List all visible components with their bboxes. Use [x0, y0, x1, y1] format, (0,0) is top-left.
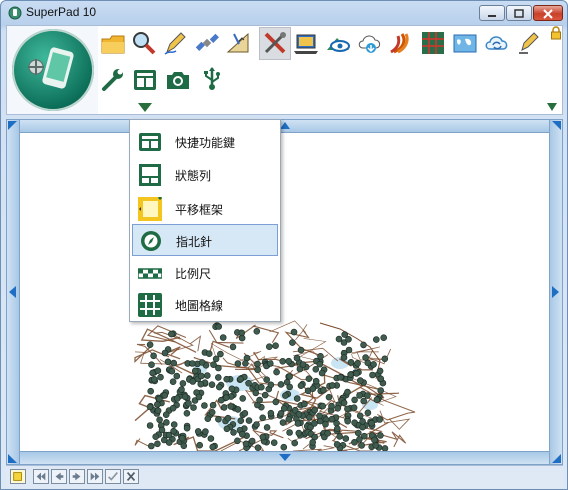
title-bar: SuperPad 10	[1, 1, 567, 25]
wrench-icon[interactable]	[100, 66, 126, 92]
note-icon[interactable]	[10, 469, 26, 484]
app-logo-area	[7, 26, 98, 114]
cloud-sync-icon[interactable]	[484, 30, 510, 56]
previous-icon[interactable]	[51, 469, 67, 484]
cancel-icon[interactable]	[123, 469, 139, 484]
pan-top-left-arrow[interactable]	[8, 121, 18, 131]
map-layers	[134, 320, 416, 452]
widget-dropdown-menu: 快捷功能鍵 狀態列 平移框架 指北針 比例尺 地圖格線	[129, 119, 281, 322]
map-frame	[6, 119, 563, 465]
close-button[interactable]	[533, 5, 563, 21]
phone-logo-icon	[28, 47, 74, 89]
ribbon-expand-arrow[interactable]	[138, 103, 152, 112]
scale-bar-icon	[138, 268, 162, 279]
pan-down-arrow[interactable]	[279, 454, 291, 461]
window-title: SuperPad 10	[26, 5, 97, 19]
maximize-button[interactable]	[506, 5, 532, 21]
signal-icon[interactable]	[388, 30, 414, 56]
usb-icon[interactable]	[199, 66, 225, 92]
menu-item-label: 平移框架	[175, 203, 224, 217]
maximize-icon	[514, 9, 524, 18]
first-page-icon[interactable]	[33, 469, 49, 484]
menu-item-label: 比例尺	[175, 267, 212, 281]
menu-item-shortcut-keys[interactable]: 快捷功能鍵	[132, 126, 278, 158]
eye-map-icon[interactable]	[325, 30, 351, 56]
pan-top-right-arrow[interactable]	[551, 121, 561, 131]
menu-item-label: 指北針	[176, 235, 213, 249]
pen-icon[interactable]	[162, 30, 188, 56]
confirm-icon[interactable]	[105, 469, 121, 484]
menu-item-label: 快捷功能鍵	[175, 136, 236, 150]
ruler-icon[interactable]	[225, 30, 251, 56]
map-canvas[interactable]	[20, 133, 549, 452]
pan-right-arrow[interactable]	[552, 286, 559, 298]
search-icon[interactable]	[131, 30, 157, 56]
pan-bottom-left-arrow[interactable]	[8, 453, 18, 463]
last-page-icon[interactable]	[87, 469, 103, 484]
panel-icon[interactable]	[132, 67, 158, 93]
menu-item-scale-bar[interactable]: 比例尺	[132, 257, 278, 289]
laptop-icon[interactable]	[293, 31, 319, 57]
cloud-download-icon[interactable]	[357, 30, 383, 56]
menu-item-label: 狀態列	[175, 169, 212, 183]
satellite-icon[interactable]	[194, 30, 220, 56]
point-layer	[146, 322, 389, 452]
pan-up-arrow[interactable]	[280, 122, 290, 129]
app-window: SuperPad 10 快捷功能鍵 狀態列 平移框架 指北針 比例尺 地圖格線	[0, 0, 568, 490]
app-icon	[8, 6, 22, 20]
status-bar	[6, 465, 563, 488]
lock-icon[interactable]	[550, 26, 562, 40]
edit-pen-icon[interactable]	[516, 30, 542, 56]
shortcut-keys-icon	[139, 133, 161, 151]
pan-bottom-right-arrow[interactable]	[551, 453, 561, 463]
menu-item-status-bar[interactable]: 狀態列	[132, 159, 278, 191]
pan-frame-icon	[138, 197, 162, 221]
tools-icon[interactable]	[262, 30, 288, 56]
map-grid-icon	[138, 293, 162, 317]
world-map-icon[interactable]	[452, 31, 478, 57]
ribbon-toolbar	[6, 25, 563, 115]
camera-icon[interactable]	[165, 67, 191, 93]
minimize-button[interactable]	[479, 5, 505, 21]
ribbon-collapse-arrow[interactable]	[547, 103, 557, 111]
next-icon[interactable]	[69, 469, 85, 484]
menu-item-pan-frame[interactable]: 平移框架	[132, 193, 278, 225]
folder-icon[interactable]	[100, 31, 126, 57]
app-logo	[12, 29, 94, 111]
pan-left-arrow[interactable]	[9, 286, 16, 298]
grid-map-icon[interactable]	[420, 30, 446, 56]
close-icon	[543, 9, 553, 19]
compass-icon	[141, 231, 161, 251]
menu-item-label: 地圖格線	[175, 299, 224, 313]
minimize-icon	[488, 15, 496, 17]
menu-item-map-grid[interactable]: 地圖格線	[132, 289, 278, 321]
menu-item-compass[interactable]: 指北針	[132, 224, 278, 256]
status-bar-icon	[139, 164, 161, 186]
